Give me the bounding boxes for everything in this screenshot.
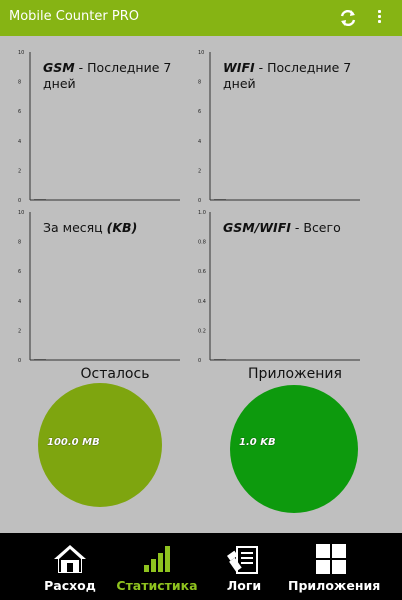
y-tick-label: 10: [198, 50, 204, 56]
nav-item-logs[interactable]: Логи: [206, 533, 282, 600]
apps-label: Приложения: [248, 366, 342, 382]
overflow-menu-icon[interactable]: [372, 8, 386, 28]
apps-grid-icon: [316, 544, 346, 574]
nav-item-label: Расход: [44, 578, 96, 593]
apps-value: 1.0 KB: [239, 437, 276, 448]
y-tick-label: 4: [18, 139, 21, 145]
y-tick-label: 0.8: [198, 240, 206, 246]
bar: [214, 359, 226, 360]
y-tick-label: 8: [18, 240, 21, 246]
bar: [214, 199, 226, 200]
y-tick-label: 2: [198, 168, 201, 174]
chart-total: 1.0 0.8 0.6 0.4 0.2 0 GSM/WIFI - Всего: [190, 208, 370, 364]
nav-item-label: Логи: [226, 578, 262, 593]
y-tick-label: 10: [18, 50, 24, 56]
chart-title: WIFI - Последние 7 дней: [223, 60, 352, 91]
app-bar: Mobile Counter PRO: [0, 0, 402, 36]
nav-item-expenses[interactable]: Расход: [30, 533, 110, 600]
y-tick-label: 6: [18, 109, 21, 115]
y-tick-label: 8: [198, 80, 201, 86]
y-tick-label: 0: [198, 198, 201, 204]
chart-title: GSM/WIFI - Всего: [223, 220, 341, 235]
chart-gsm-7-days: 10 8 6 4 2 0 GSM - Последние 7 дней: [10, 48, 190, 204]
home-icon: [54, 545, 86, 573]
chart-title: GSM - Последние 7 дней: [43, 60, 172, 91]
remaining-value: 100.0 MB: [47, 437, 100, 448]
y-tick-label: 4: [198, 139, 201, 145]
y-tick-label: 8: [18, 80, 21, 86]
y-tick-label: 2: [18, 328, 21, 334]
remaining-pie[interactable]: 100.0 MB: [38, 383, 162, 507]
logs-icon: [227, 546, 258, 574]
y-tick-label: 0: [18, 358, 21, 364]
bottom-navigation: Расход Статистика Логи Приложения: [0, 533, 402, 600]
y-tick-label: 0.4: [198, 299, 206, 305]
y-tick-label: 6: [198, 109, 201, 115]
chart-wifi-7-days: 10 8 6 4 2 0 WIFI - Последние 7 дней: [190, 48, 370, 204]
bar: [34, 359, 46, 360]
y-tick-label: 0.2: [198, 328, 206, 334]
chart-title: За месяц (KB): [43, 220, 138, 235]
apps-pie[interactable]: 1.0 KB: [230, 385, 358, 513]
app-title: Mobile Counter PRO: [9, 9, 139, 24]
nav-item-label: Статистика: [116, 578, 198, 593]
y-tick-label: 10: [18, 210, 24, 216]
y-tick-label: 2: [18, 168, 21, 174]
y-tick-label: 0: [198, 358, 201, 364]
y-tick-label: 1.0: [198, 210, 206, 216]
nav-item-statistics[interactable]: Статистика: [116, 533, 198, 600]
y-tick-label: 0.6: [198, 269, 206, 275]
y-tick-label: 0: [18, 198, 21, 204]
y-tick-label: 6: [18, 269, 21, 275]
remaining-label: Осталось: [80, 366, 150, 382]
nav-item-label: Приложения: [288, 578, 381, 593]
nav-item-applications[interactable]: Приложения: [288, 533, 381, 600]
chart-month: 10 8 6 4 2 0 За месяц (KB): [10, 208, 190, 364]
bar-chart-icon: [144, 546, 170, 572]
bar: [34, 199, 46, 200]
y-tick-label: 4: [18, 299, 21, 305]
refresh-icon[interactable]: [338, 7, 358, 29]
